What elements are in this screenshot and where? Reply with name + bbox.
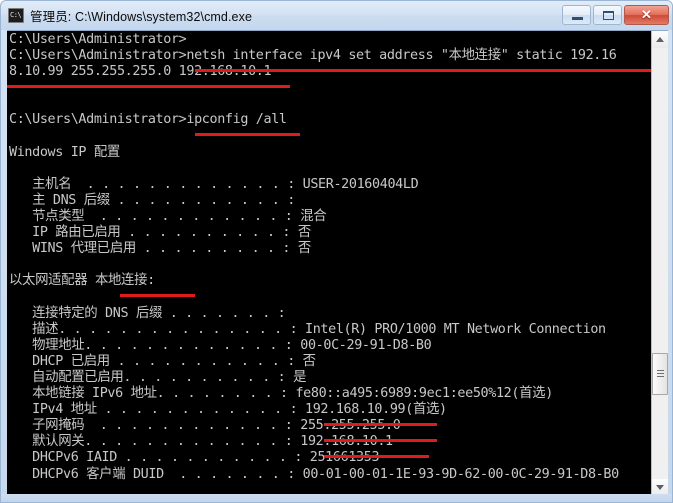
close-icon: ✕: [641, 7, 652, 22]
console-line: 本地链接 IPv6 地址. . . . . . . . : fe80::a495…: [9, 386, 553, 402]
console-line: 8.10.99 255.255.255.0 192.168.10.1: [9, 64, 272, 80]
close-button[interactable]: ✕: [624, 5, 669, 25]
console-line: C:\Users\Administrator>netsh interface i…: [9, 48, 617, 64]
console-line: 以太网适配器 本地连接:: [9, 273, 155, 289]
console-line: IP 路由已启用 . . . . . . . . . . : 否: [9, 225, 311, 241]
console-line: 默认网关. . . . . . . . . . . . . : 192.168.…: [9, 434, 393, 450]
window-title: 管理员: C:\Windows\system32\cmd.exe: [30, 10, 253, 24]
minimize-icon: [572, 17, 583, 20]
cmd-window: 管理员: C:\Windows\system32\cmd.exe ✕ C:\Us…: [0, 0, 673, 503]
grip-icon: [657, 370, 664, 378]
scroll-up-button[interactable]: [652, 31, 668, 48]
console-line: 自动配置已启用. . . . . . . . . . : 是: [9, 369, 307, 385]
scrollbar-thumb[interactable]: [652, 353, 668, 395]
console-line: 连接特定的 DNS 后缀 . . . . . . . :: [9, 305, 286, 321]
console-line: WINS 代理已启用 . . . . . . . . . : 否: [9, 241, 311, 257]
console-frame: C:\Users\Administrator> C:\Users\Administ…: [7, 30, 668, 496]
window-controls: ✕: [562, 5, 669, 25]
console-line: 物理地址. . . . . . . . . . . . . : 00-0C-29…: [9, 337, 432, 353]
console-line: C:\Users\Administrator>ipconfig /all: [9, 112, 287, 128]
minimize-button[interactable]: [562, 5, 591, 25]
console-output[interactable]: C:\Users\Administrator> C:\Users\Administ…: [7, 31, 651, 496]
chevron-up-icon: [656, 37, 664, 42]
chevron-down-icon: [656, 485, 664, 490]
console-line: C:\Users\Administrator>: [9, 32, 187, 47]
console-line: DHCPv6 客户端 DUID . . . . . . . : 00-01-00…: [9, 466, 619, 482]
title-bar[interactable]: 管理员: C:\Windows\system32\cmd.exe ✕: [1, 1, 672, 30]
console-line: DHCPv6 IAID . . . . . . . . . . . : 2516…: [9, 450, 380, 466]
console-line: 主机名 . . . . . . . . . . . . . : USER-201…: [9, 176, 419, 192]
cmd-icon[interactable]: [8, 8, 24, 23]
console-line: Windows IP 配置: [9, 144, 120, 160]
console-line: IPv4 地址 . . . . . . . . . . . . : 192.16…: [9, 402, 447, 418]
maximize-icon: [603, 11, 614, 20]
vertical-scrollbar[interactable]: [651, 31, 668, 496]
maximize-button[interactable]: [593, 5, 622, 25]
console-line: 主 DNS 后缀 . . . . . . . . . . . :: [9, 192, 295, 208]
window-bottom-edge: [1, 494, 672, 502]
console-text: C:\Users\Administrator> C:\Users\Administ…: [9, 32, 651, 483]
console-line: 节点类型 . . . . . . . . . . . . : 混合: [9, 209, 327, 225]
console-line: 子网掩码 . . . . . . . . . . . . : 255.255.2…: [9, 418, 401, 434]
console-line: 描述. . . . . . . . . . . . . . . : Intel(…: [9, 321, 606, 337]
console-line: DHCP 已启用 . . . . . . . . . . . : 否: [9, 353, 316, 369]
